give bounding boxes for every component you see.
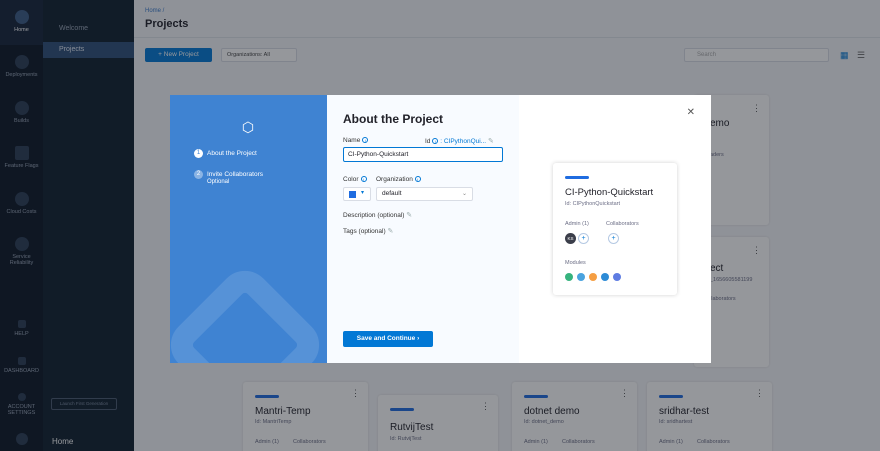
ccm-module-icon xyxy=(601,273,609,281)
avatar: KS xyxy=(565,233,576,244)
tags-label: Tags (optional) xyxy=(343,228,386,235)
step-label: Invite Collaborators xyxy=(207,171,263,179)
pencil-icon: ✎ xyxy=(406,212,413,219)
step-label: About the Project xyxy=(207,150,257,158)
edit-id-icon[interactable]: ✎ xyxy=(488,138,494,145)
step-optional-label: Optional xyxy=(207,179,230,185)
ci-module-icon xyxy=(577,273,585,281)
organization-select[interactable]: default ⌄ xyxy=(376,187,473,201)
preview-collaborators-label: Collaborators xyxy=(606,221,639,227)
id-label: Id i : CIPythonQui... ✎ xyxy=(425,137,494,145)
chevron-down-icon: ▾ xyxy=(361,190,365,196)
save-label: Save and Continue xyxy=(356,335,416,342)
form-title: About the Project xyxy=(343,112,444,126)
wizard-steps-panel: ⬡ 1 About the Project 2 Invite Collaborato… xyxy=(170,95,327,363)
decorative-shape xyxy=(170,260,327,363)
add-collaborator-button[interactable]: + xyxy=(608,233,619,244)
description-label: Description (optional) xyxy=(343,212,405,219)
srm-module-icon xyxy=(613,273,621,281)
step-about-project[interactable]: 1 About the Project xyxy=(194,149,257,158)
project-name-input[interactable]: CI-Python-Quickstart xyxy=(343,147,503,162)
add-admin-button[interactable]: + xyxy=(578,233,589,244)
preview-admin-label: Admin (1) xyxy=(565,221,589,227)
project-form: About the Project Name i Id i : CIPythonQu… xyxy=(327,95,519,363)
info-icon[interactable]: i xyxy=(362,137,369,144)
color-swatch xyxy=(349,191,356,198)
organization-label-text: Organization xyxy=(376,176,413,183)
info-icon[interactable]: i xyxy=(360,176,367,183)
preview-project-id: Id: CIPythonQuickstart xyxy=(565,201,621,207)
pencil-icon: ✎ xyxy=(387,228,394,235)
id-prefix: Id xyxy=(425,138,431,145)
cd-module-icon xyxy=(565,273,573,281)
save-and-continue-button[interactable]: Save and Continue › xyxy=(343,331,433,347)
preview-project-name: CI-Python-Quickstart xyxy=(565,187,654,198)
organization-value: default xyxy=(382,190,402,197)
organization-label: Organization i xyxy=(376,176,421,183)
project-color-bar xyxy=(565,176,589,179)
name-label-text: Name xyxy=(343,137,361,144)
step-number: 1 xyxy=(194,149,203,158)
chevron-down-icon: ⌄ xyxy=(461,191,467,197)
step-invite-collaborators[interactable]: 2 Invite Collaborators Optional xyxy=(194,170,263,185)
project-preview-panel: ✕ CI-Python-Quickstart Id: CIPythonQuick… xyxy=(519,95,711,363)
step-number: 2 xyxy=(194,170,203,179)
preview-card: CI-Python-Quickstart Id: CIPythonQuickst… xyxy=(553,163,677,295)
info-icon[interactable]: i xyxy=(432,138,439,145)
color-label-text: Color xyxy=(343,176,359,183)
chevron-right-icon: › xyxy=(417,335,420,342)
id-value: : CIPythonQui... xyxy=(440,138,487,145)
description-toggle[interactable]: Description (optional) ✎ xyxy=(343,211,412,219)
tags-toggle[interactable]: Tags (optional) ✎ xyxy=(343,227,393,235)
preview-modules-label: Modules xyxy=(565,260,586,266)
info-icon[interactable]: i xyxy=(414,176,421,183)
name-label: Name i xyxy=(343,137,369,144)
project-cube-icon: ⬡ xyxy=(241,119,255,135)
create-project-dialog: ⬡ 1 About the Project 2 Invite Collaborato… xyxy=(170,95,711,363)
close-icon[interactable]: ✕ xyxy=(687,107,695,118)
color-picker[interactable]: ▾ xyxy=(343,187,371,201)
color-label: Color i xyxy=(343,176,367,183)
ff-module-icon xyxy=(589,273,597,281)
